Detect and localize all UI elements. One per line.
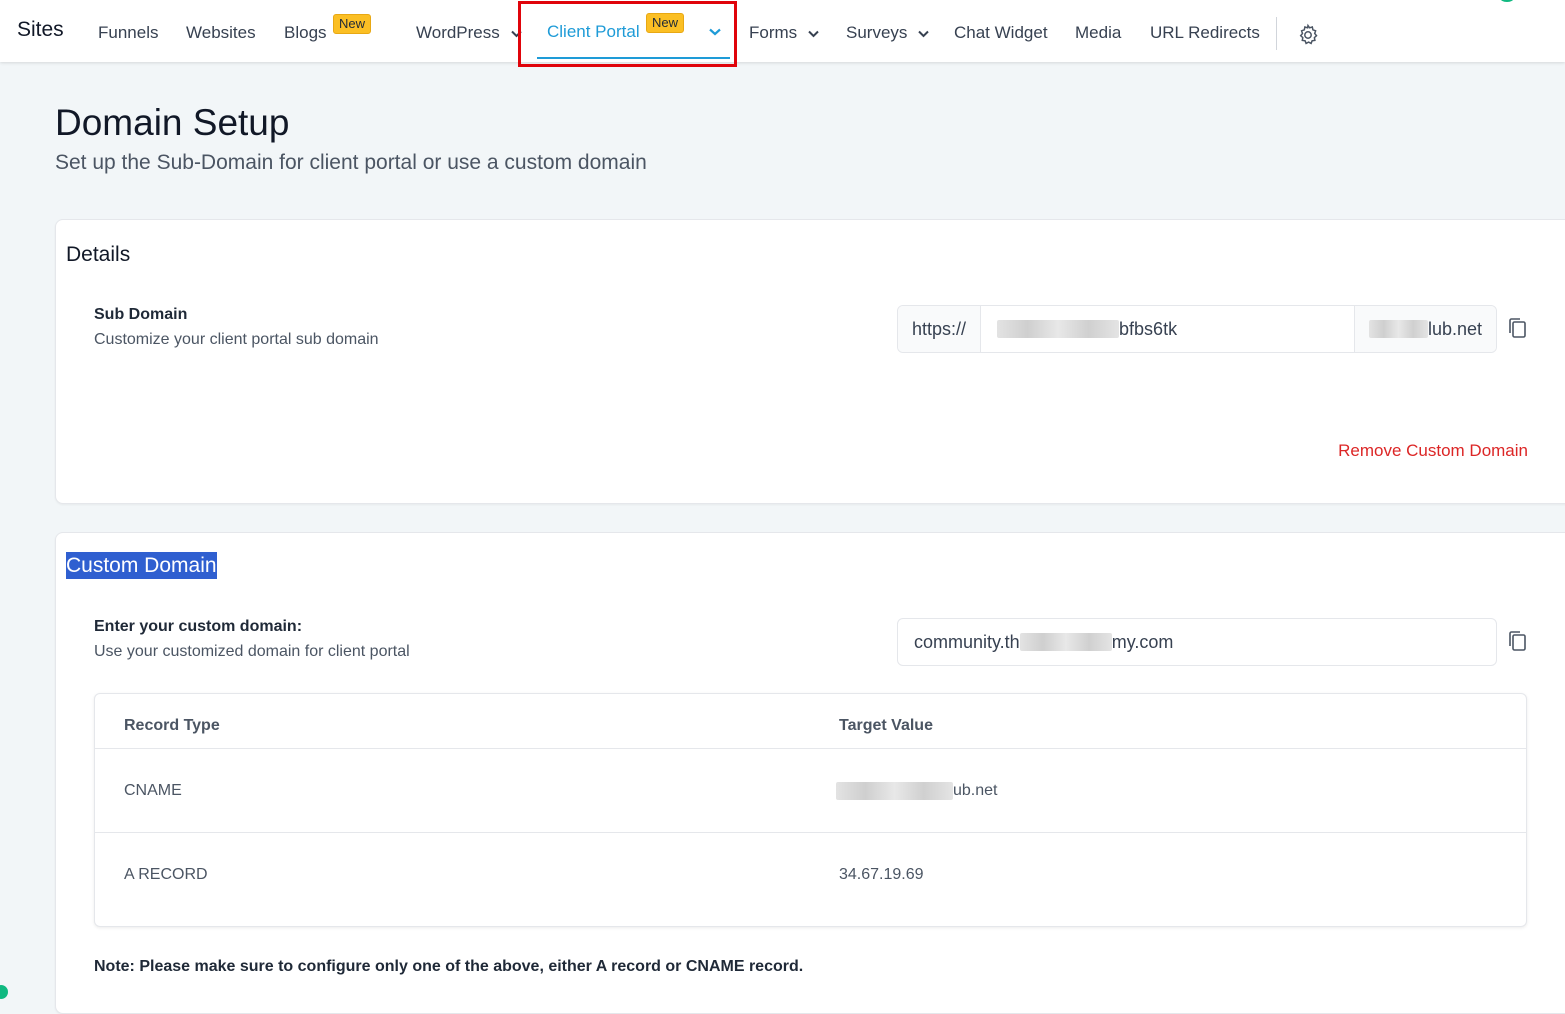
redacted-text [997,320,1120,338]
nav-item-label: Forms [749,23,798,42]
redacted-text [1369,320,1428,338]
custom-domain-card: Custom Domain Enter your custom domain: … [55,532,1565,1014]
custom-domain-label: Enter your custom domain: [94,618,303,635]
nav-item-media[interactable]: Media [1075,23,1121,43]
sub-domain-input-group: https:// bfbs6tk lub.net [897,305,1497,353]
record-type-cell: CNAME [124,782,182,799]
sub-domain-input[interactable]: bfbs6tk [980,306,1355,352]
nav-item-surveys[interactable]: Surveys [846,23,929,43]
redacted-text [836,782,953,800]
custom-domain-value-start: community.th [914,631,1020,652]
custom-domain-input[interactable]: community.th my.com [897,618,1497,666]
new-badge: New [333,14,372,34]
custom-domain-title: Custom Domain [66,552,217,579]
nav-item-wordpress[interactable]: WordPress [416,23,522,43]
details-card: Details Sub Domain Customize your client… [55,219,1565,504]
dns-records-table: Record Type Target Value CNAME ub.net A … [94,693,1527,927]
details-title: Details [66,243,131,266]
nav-item-blogs[interactable]: Blogs [284,23,327,43]
nav-item-forms[interactable]: Forms [749,23,819,43]
sub-domain-label: Sub Domain [94,306,188,323]
record-type-cell: A RECORD [124,866,208,883]
nav-item-label: Surveys [846,23,908,42]
nav-item-url-redirects[interactable]: URL Redirects [1150,23,1260,43]
domain-suffix-value: lub.net [1427,318,1482,339]
target-value-text: ub.net [953,782,998,800]
url-prefix: https:// [898,306,981,352]
sub-domain-value: bfbs6tk [1119,318,1178,339]
copy-icon[interactable] [1506,629,1528,653]
table-row: CNAME ub.net [95,749,1526,832]
nav-divider [1276,17,1277,50]
copy-icon[interactable] [1506,316,1528,340]
redacted-text [1019,633,1112,651]
custom-domain-value: community.th my.com [898,619,1496,665]
page-title: Domain Setup [55,102,290,143]
column-header-record-type: Record Type [124,717,220,734]
brand-title: Sites [17,18,64,41]
nav-item-chat-widget[interactable]: Chat Widget [954,23,1048,43]
table-header-row: Record Type Target Value [95,694,1526,749]
nav-item-websites[interactable]: Websites [186,23,256,43]
nav-item-label: WordPress [416,23,500,42]
custom-domain-value-end: my.com [1111,631,1174,652]
custom-domain-help: Use your customized domain for client po… [94,643,410,660]
configuration-note: Note: Please make sure to configure only… [94,958,804,975]
target-value-cell: ub.net [836,782,997,800]
status-indicator [0,985,8,999]
table-row: A RECORD 34.67.19.69 [95,833,1526,923]
custom-domain-title-text: Custom Domain [66,552,217,579]
column-header-target-value: Target Value [839,717,933,734]
top-navigation: Sites Funnels Websites Blogs New WordPre… [0,0,1565,62]
remove-custom-domain-link[interactable]: Remove Custom Domain [1338,441,1528,461]
gear-icon[interactable] [1296,23,1320,47]
nav-item-label: Blogs [284,23,327,42]
chevron-down-icon [808,30,819,37]
nav-item-funnels[interactable]: Funnels [98,23,158,43]
highlight-annotation-box [518,1,737,67]
sub-domain-help: Customize your client portal sub domain [94,331,379,348]
chevron-down-icon [918,30,929,37]
status-indicator [1500,0,1514,2]
target-value-cell: 34.67.19.69 [839,866,924,883]
domain-suffix: lub.net [1355,306,1496,352]
page-subtitle: Set up the Sub-Domain for client portal … [55,151,647,174]
